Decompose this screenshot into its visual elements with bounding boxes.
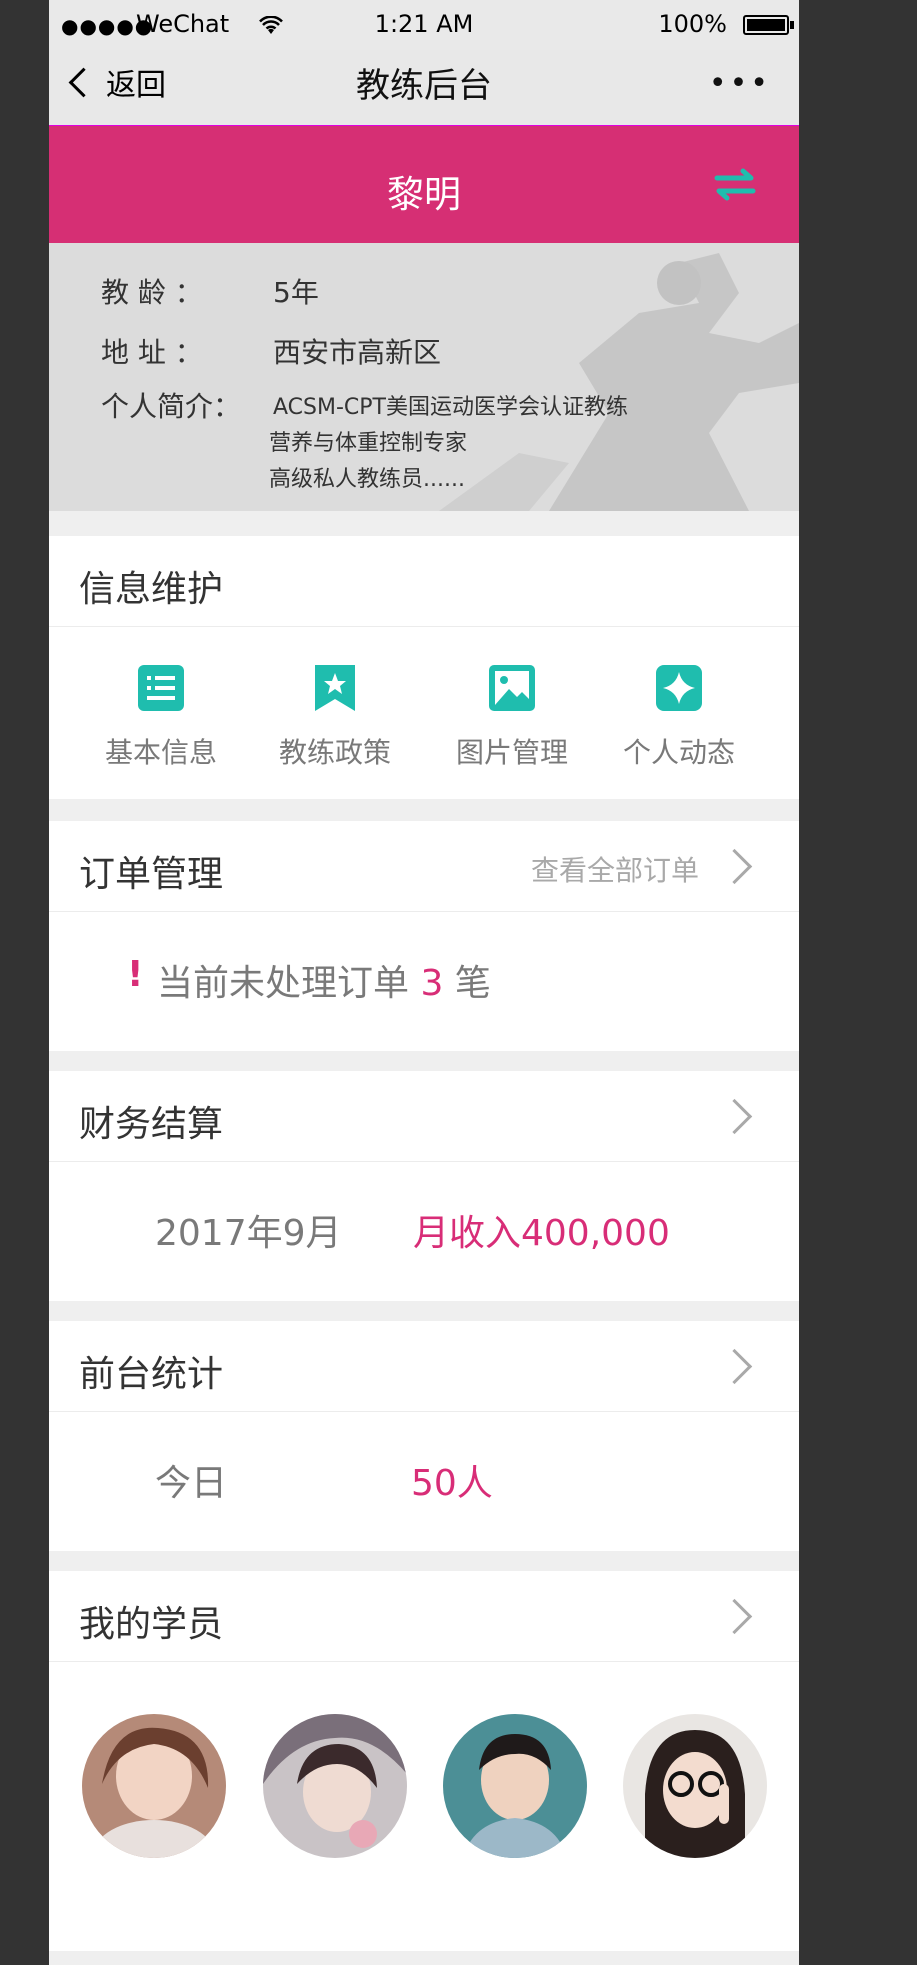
battery-icon (743, 15, 789, 35)
more-menu-button[interactable]: ••• (709, 66, 771, 101)
today-visitors: 50人 (411, 1463, 493, 1504)
coach-policy-label: 教练政策 (278, 736, 391, 769)
coach-name: 黎明 (387, 173, 461, 216)
form-icon (138, 665, 184, 711)
finance-section: 财务结算 2017年9月 月收入400,000 (49, 1071, 799, 1301)
pending-suffix: 笔 (454, 963, 491, 1004)
address-label: 地 址 ： (101, 336, 203, 369)
chevron-right-icon (716, 848, 753, 885)
teaching-years-value: 5年 (273, 276, 319, 309)
phone-screen: ●●●●● WeChat 1:21 AM 100% 返回 教练后台 ••• 黎明 (49, 0, 799, 1965)
student-avatar[interactable] (263, 1714, 407, 1858)
students-section: 我的学员 (49, 1571, 799, 1951)
battery-percent: 100% (658, 10, 727, 38)
frontdesk-section: 前台统计 今日 50人 (49, 1321, 799, 1551)
pending-orders-text: 当前未处理订单 3 笔 (157, 954, 491, 1006)
image-management-button[interactable]: 图片管理 (442, 663, 582, 771)
address-value: 西安市高新区 (273, 336, 442, 369)
alert-icon: ! (127, 954, 144, 995)
coach-profile: 教 龄 ： 5年 地 址 ： 西安市高新区 个人简介： ACSM-CPT美国运动… (49, 243, 799, 511)
teaching-years-label: 教 龄 ： (101, 276, 203, 309)
bookmark-icon (315, 665, 355, 711)
student-avatar[interactable] (82, 1714, 226, 1858)
coach-policy-button[interactable]: 教练政策 (265, 663, 405, 771)
bio-line: 高级私人教练员...... (269, 467, 465, 492)
info-header: 信息维护 (49, 536, 799, 627)
finance-period: 2017年9月 (155, 1213, 342, 1254)
bio-label: 个人简介： (101, 390, 242, 423)
frontdesk-header[interactable]: 前台统计 (49, 1321, 799, 1412)
pending-count: 3 (420, 963, 444, 1004)
student-avatar[interactable] (443, 1714, 587, 1858)
status-bar: ●●●●● WeChat 1:21 AM 100% (49, 0, 799, 50)
students-header[interactable]: 我的学员 (49, 1571, 799, 1662)
orders-body: ! 当前未处理订单 3 笔 (49, 912, 799, 1051)
today-label: 今日 (155, 1463, 228, 1504)
frontdesk-body: 今日 50人 (49, 1412, 799, 1551)
personal-feed-button[interactable]: 个人动态 (609, 663, 749, 771)
student-avatars (49, 1662, 799, 1862)
swap-icon[interactable] (711, 166, 759, 203)
personal-feed-label: 个人动态 (622, 736, 735, 769)
chevron-right-icon (716, 1098, 753, 1135)
bio-line: 营养与体重控制专家 (269, 431, 468, 456)
image-icon (489, 665, 535, 711)
orders-header[interactable]: 订单管理 查看全部订单 (49, 821, 799, 912)
orders-title: 订单管理 (79, 854, 224, 895)
battery-tip (790, 21, 794, 29)
image-management-label: 图片管理 (455, 736, 568, 769)
sparkle-icon (656, 665, 702, 711)
coach-name-bar: 黎明 (49, 126, 799, 243)
finance-title: 财务结算 (79, 1104, 224, 1145)
finance-header[interactable]: 财务结算 (49, 1071, 799, 1162)
monthly-income: 月收入400,000 (413, 1213, 670, 1254)
orders-section: 订单管理 查看全部订单 ! 当前未处理订单 3 笔 (49, 821, 799, 1051)
basic-info-button[interactable]: 基本信息 (91, 663, 231, 771)
chevron-right-icon (716, 1348, 753, 1385)
pending-prefix: 当前未处理订单 (157, 963, 410, 1004)
bio-line: ACSM-CPT美国运动医学会认证教练 (273, 395, 628, 420)
page-title: 教练后台 (356, 66, 492, 106)
nav-bar: 返回 教练后台 ••• (49, 50, 799, 127)
frontdesk-title: 前台统计 (79, 1354, 224, 1395)
view-all-orders-link[interactable]: 查看全部订单 (531, 849, 699, 889)
students-title: 我的学员 (79, 1604, 224, 1645)
chevron-right-icon (716, 1598, 753, 1635)
finance-body: 2017年9月 月收入400,000 (49, 1162, 799, 1301)
student-avatar[interactable] (623, 1714, 767, 1858)
info-icons: 基本信息 教练政策 图片管理 个人动态 (49, 627, 799, 799)
info-section: 信息维护 基本信息 教练政策 图片管理 个人动态 (49, 536, 799, 799)
info-title: 信息维护 (79, 569, 224, 610)
basic-info-label: 基本信息 (104, 736, 217, 769)
